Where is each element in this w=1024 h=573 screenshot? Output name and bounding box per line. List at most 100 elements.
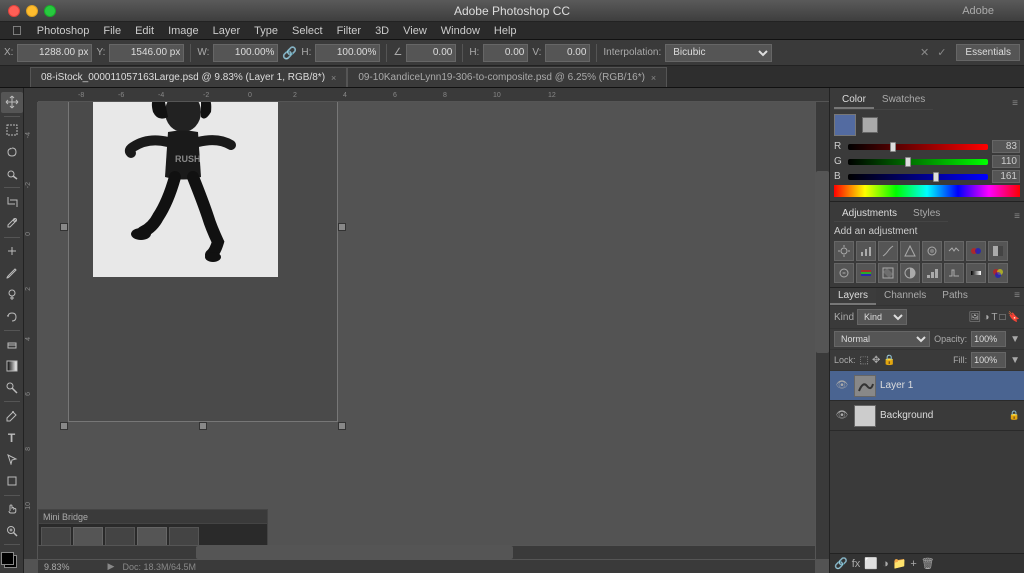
b-value[interactable] [992, 170, 1020, 183]
transform-handle-mr[interactable] [338, 223, 346, 231]
eyedropper-tool[interactable] [1, 213, 23, 234]
scrollbar-h-thumb[interactable] [196, 546, 512, 559]
tab-2[interactable]: 09-10KandiceLynn19-306-to-composite.psd … [347, 67, 667, 87]
adj-brightness[interactable] [834, 241, 854, 261]
adj-curves[interactable] [878, 241, 898, 261]
angle-input[interactable] [406, 44, 456, 62]
adj-vibrance[interactable] [922, 241, 942, 261]
w-input[interactable] [213, 44, 278, 62]
layer-item-bg[interactable]: 👁 Background 🔒 [830, 401, 1024, 431]
paths-tab[interactable]: Paths [934, 288, 976, 305]
r-thumb[interactable] [890, 142, 896, 152]
layers-panel-menu[interactable]: ≡ [1010, 288, 1024, 305]
adj-posterize[interactable] [922, 263, 942, 283]
layer-1-visibility[interactable]: 👁 [834, 378, 850, 394]
menu-filter[interactable]: Filter [330, 22, 368, 40]
transform-confirm-button[interactable]: ✓ [937, 46, 946, 59]
transform-handle-bl[interactable] [60, 422, 68, 430]
add-group-button[interactable]: 📁 [893, 557, 907, 570]
adj-threshold[interactable] [944, 263, 964, 283]
path-selection-tool[interactable] [1, 449, 23, 470]
h-input[interactable] [315, 44, 380, 62]
x-input[interactable] [17, 44, 92, 62]
menu-select[interactable]: Select [285, 22, 330, 40]
adj-selective-color[interactable] [988, 263, 1008, 283]
marquee-tool[interactable] [1, 120, 23, 141]
adj-hsl[interactable] [944, 241, 964, 261]
add-layer-button[interactable]: + [910, 558, 916, 570]
zoom-tool[interactable] [1, 520, 23, 541]
bg-visibility[interactable]: 👁 [834, 408, 850, 424]
move-tool[interactable] [1, 92, 23, 113]
delete-layer-button[interactable]: 🗑 [921, 557, 935, 570]
adj-photo-filter[interactable] [834, 263, 854, 283]
vertical-scrollbar[interactable] [815, 102, 829, 559]
opacity-settings-icon[interactable]: ▼ [1010, 334, 1020, 345]
adj-gradient-map[interactable] [966, 263, 986, 283]
channels-tab[interactable]: Channels [876, 288, 934, 305]
tab-1[interactable]: 08-iStock_000011057163Large.psd @ 9.83% … [30, 67, 347, 87]
link-wh-button[interactable]: 🔗 [282, 46, 297, 60]
transform-cancel-button[interactable]: ✕ [920, 46, 929, 59]
color-panel-menu[interactable]: ≡ [1012, 98, 1018, 109]
layers-tab[interactable]: Layers [830, 288, 876, 305]
adjustments-tab[interactable]: Adjustments [834, 206, 905, 221]
brush-tool[interactable] [1, 263, 23, 284]
y-input[interactable] [109, 44, 184, 62]
styles-tab[interactable]: Styles [905, 206, 948, 221]
scrollbar-v-thumb[interactable] [816, 171, 829, 354]
transform-handle-br[interactable] [338, 422, 346, 430]
transform-handle-bc[interactable] [199, 422, 207, 430]
crop-tool[interactable] [1, 191, 23, 212]
menu-type[interactable]: Type [247, 22, 285, 40]
maximize-button[interactable] [44, 5, 56, 17]
lock-all-icon[interactable]: 🔒 [883, 355, 895, 366]
menu-photoshop[interactable]: Photoshop [30, 22, 97, 40]
g-value[interactable] [992, 155, 1020, 168]
b-thumb[interactable] [933, 172, 939, 182]
history-brush-tool[interactable] [1, 306, 23, 327]
b-slider[interactable] [848, 174, 988, 180]
canvas-content[interactable]: RUSH [38, 102, 815, 559]
gradient-tool[interactable] [1, 356, 23, 377]
opacity-input[interactable] [971, 331, 1006, 347]
add-adjustment-button[interactable]: ◑ [882, 558, 889, 570]
adj-exposure[interactable] [900, 241, 920, 261]
menu-view[interactable]: View [396, 22, 434, 40]
adj-bw[interactable] [988, 241, 1008, 261]
apple-menu[interactable]:  [4, 22, 30, 40]
adj-levels[interactable] [856, 241, 876, 261]
hand-tool[interactable] [1, 499, 23, 520]
layer-item-1[interactable]: 👁 Layer 1 [830, 371, 1024, 401]
adj-panel-menu[interactable]: ≡ [1014, 211, 1020, 222]
shape-filter-icon[interactable]: □ [1000, 312, 1006, 323]
link-layers-button[interactable]: 🔗 [834, 557, 848, 570]
add-style-button[interactable]: fx [852, 558, 861, 570]
quick-select-tool[interactable] [1, 163, 23, 184]
menu-image[interactable]: Image [161, 22, 206, 40]
tab-2-close[interactable]: × [651, 68, 656, 88]
color-spectrum[interactable] [834, 185, 1020, 197]
vskew-input[interactable] [545, 44, 590, 62]
pen-tool[interactable] [1, 405, 23, 426]
type-filter-icon[interactable]: T [991, 312, 997, 323]
transform-handle-ml[interactable] [60, 223, 68, 231]
adj-channel-mixer[interactable] [856, 263, 876, 283]
menu-help[interactable]: Help [487, 22, 524, 40]
healing-tool[interactable] [1, 241, 23, 262]
adj-invert[interactable] [900, 263, 920, 283]
clone-stamp-tool[interactable] [1, 284, 23, 305]
blend-mode-select[interactable]: Normal Dissolve Multiply Screen Overlay [834, 331, 930, 347]
g-thumb[interactable] [905, 157, 911, 167]
adj-color-balance[interactable] [966, 241, 986, 261]
smart-filter-icon[interactable]: 🔖 [1008, 312, 1020, 323]
menu-window[interactable]: Window [434, 22, 487, 40]
fill-input[interactable] [971, 352, 1006, 368]
g-slider[interactable] [848, 159, 988, 165]
close-button[interactable] [8, 5, 20, 17]
foreground-color-picker[interactable] [834, 114, 856, 136]
hskew-input[interactable] [483, 44, 528, 62]
tab-1-close[interactable]: × [331, 68, 336, 88]
lock-pixels-icon[interactable]: ⬚ [860, 355, 869, 366]
r-slider[interactable] [848, 144, 988, 150]
